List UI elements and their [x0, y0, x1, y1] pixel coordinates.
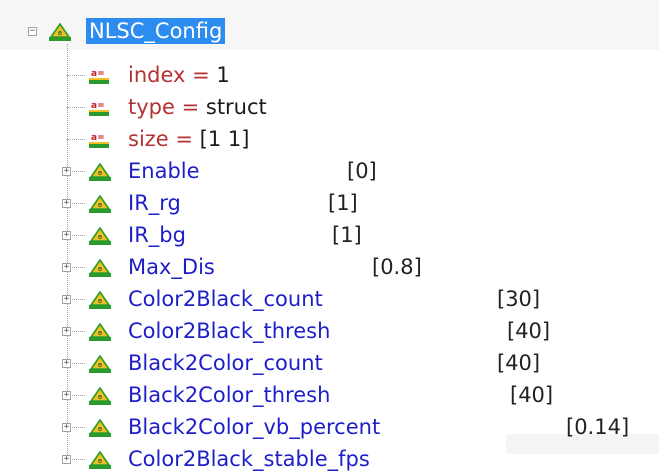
tree-branch-line: [67, 107, 85, 108]
field-name: size: [128, 127, 169, 151]
struct-node-value: [1]: [328, 191, 358, 215]
field-value: 1: [216, 63, 230, 87]
struct-icon: e: [48, 22, 72, 42]
struct-node-value: [0.14]: [566, 415, 630, 439]
field-icon: a=: [88, 66, 110, 86]
struct-icon: e: [88, 354, 112, 374]
struct-node-label[interactable]: Black2Color_count: [128, 350, 323, 376]
svg-text:e: e: [98, 361, 102, 369]
field-value: [1 1]: [199, 127, 250, 151]
expand-toggle[interactable]: +: [62, 199, 71, 208]
struct-icon: e: [88, 418, 112, 438]
root-struct-label[interactable]: NLSC_Config: [86, 18, 226, 44]
struct-icon: e: [88, 258, 112, 278]
expand-toggle[interactable]: +: [62, 295, 71, 304]
struct-node-label[interactable]: Color2Black_thresh: [128, 318, 330, 344]
struct-node-value: [40]: [507, 319, 551, 343]
svg-text:e: e: [98, 329, 102, 337]
struct-node-label[interactable]: IR_bg: [128, 222, 186, 248]
struct-node-label[interactable]: Color2Black_count: [128, 286, 323, 312]
svg-text:e: e: [98, 457, 102, 465]
struct-icon: e: [88, 322, 112, 342]
field-row[interactable]: size = [1 1]: [128, 126, 249, 152]
struct-node-value: [40]: [497, 351, 541, 375]
field-equals: =: [168, 127, 200, 151]
expand-toggle[interactable]: +: [62, 327, 71, 336]
expand-toggle[interactable]: +: [62, 167, 71, 176]
struct-node-label[interactable]: Black2Color_thresh: [128, 382, 330, 408]
expand-toggle[interactable]: +: [62, 359, 71, 368]
field-row[interactable]: index = 1: [128, 62, 230, 88]
struct-icon: e: [88, 194, 112, 214]
svg-text:e: e: [98, 169, 102, 177]
struct-node-value: [0.8]: [372, 255, 422, 279]
tree-branch-line: [67, 139, 85, 140]
field-equals: =: [174, 95, 206, 119]
root-collapse-toggle[interactable]: −: [28, 27, 37, 36]
svg-text:e: e: [98, 297, 102, 305]
struct-node-label[interactable]: Black2Color_vb_percent: [128, 414, 380, 440]
struct-node-label[interactable]: Max_Dis: [128, 254, 215, 280]
struct-tree-view: − e NLSC_Config a= index = 1 a= type = struct a…: [0, 0, 659, 471]
expand-toggle[interactable]: +: [62, 391, 71, 400]
field-equals: =: [185, 63, 217, 87]
struct-node-label[interactable]: IR_rg: [128, 190, 181, 216]
svg-text:a=: a=: [91, 133, 105, 143]
field-name: type: [128, 95, 175, 119]
expand-toggle[interactable]: +: [62, 231, 71, 240]
svg-text:e: e: [98, 201, 102, 209]
struct-node-value: [0]: [347, 159, 377, 183]
struct-icon: e: [88, 450, 112, 470]
struct-node-value: [40]: [510, 383, 554, 407]
struct-icon: e: [88, 162, 112, 182]
expand-toggle[interactable]: +: [62, 423, 71, 432]
field-icon: a=: [88, 98, 110, 118]
field-row[interactable]: type = struct: [128, 94, 267, 120]
struct-icon: e: [88, 386, 112, 406]
svg-text:e: e: [98, 393, 102, 401]
svg-text:e: e: [98, 265, 102, 273]
struct-node-label[interactable]: Enable: [128, 158, 200, 184]
struct-icon: e: [88, 226, 112, 246]
field-value: struct: [205, 95, 267, 119]
struct-node-value: [30]: [497, 287, 541, 311]
svg-text:e: e: [98, 425, 102, 433]
svg-text:e: e: [98, 233, 102, 241]
svg-text:e: e: [58, 29, 62, 37]
expand-toggle[interactable]: +: [62, 263, 71, 272]
struct-node-value: [1]: [332, 223, 362, 247]
struct-node-label[interactable]: Color2Black_stable_fps: [128, 446, 370, 472]
tree-branch-line: [67, 75, 85, 76]
expand-toggle[interactable]: +: [62, 455, 71, 464]
svg-text:a=: a=: [91, 69, 105, 79]
field-name: index: [128, 63, 186, 87]
svg-text:a=: a=: [91, 101, 105, 111]
field-icon: a=: [88, 130, 110, 150]
struct-icon: e: [88, 290, 112, 310]
